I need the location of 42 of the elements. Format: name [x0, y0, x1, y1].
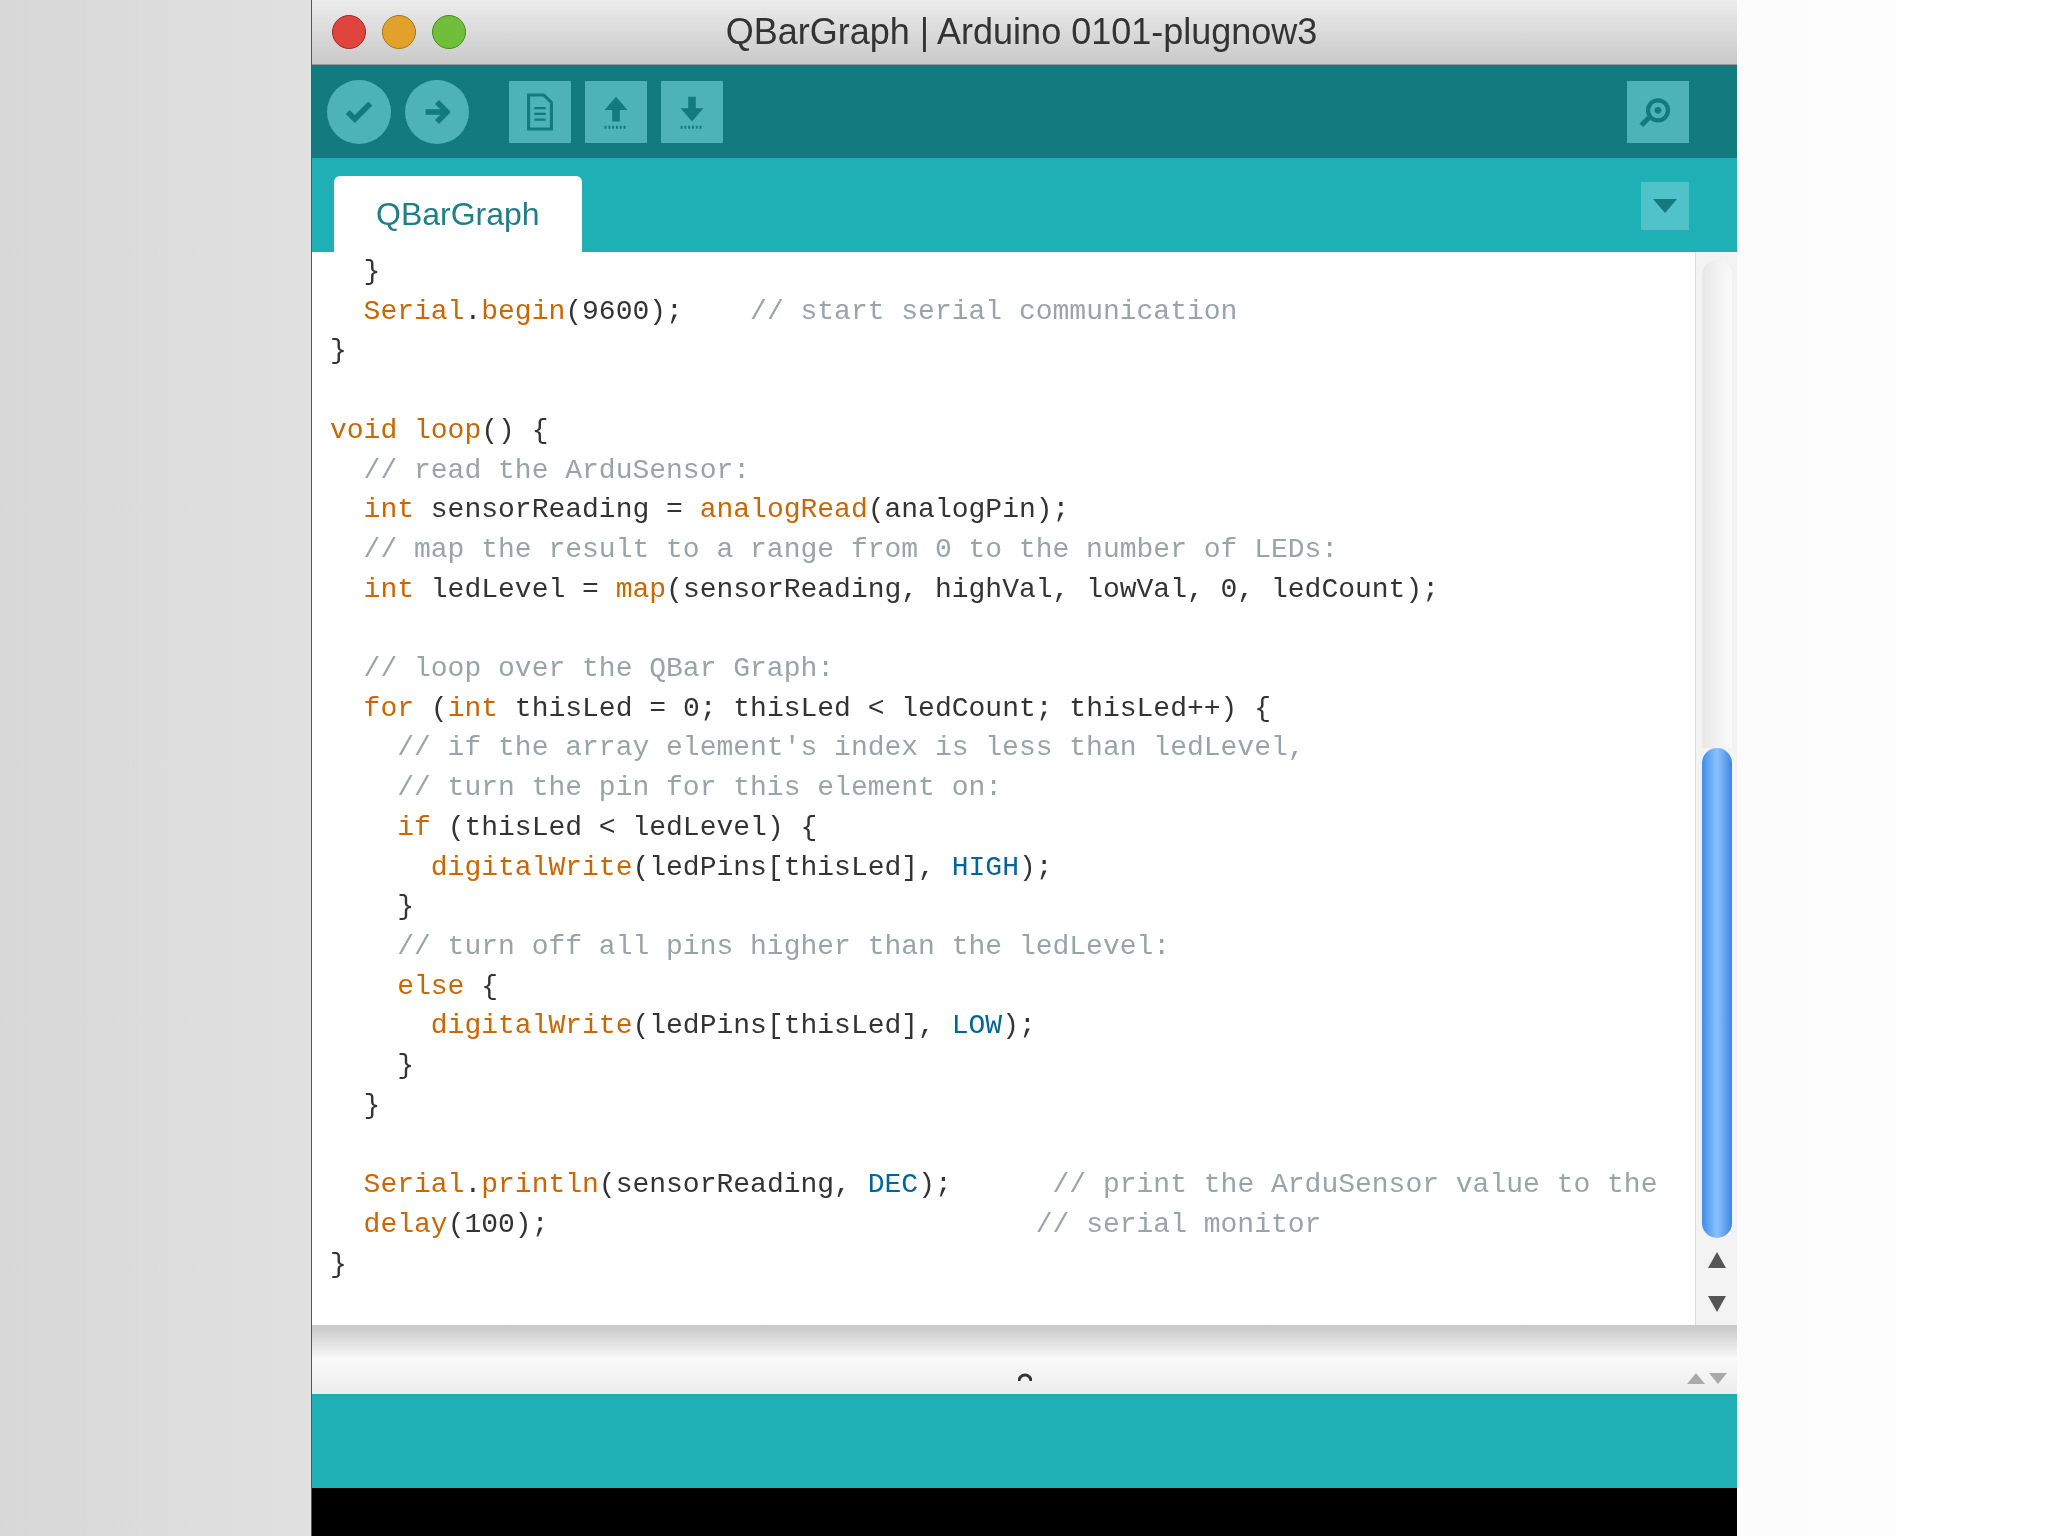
code-line: digitalWrite(ledPins[thisLed], HIGH); — [429, 850, 1053, 885]
code-line: int sensorReading = analogRead(analogPin); — [362, 493, 1070, 528]
code-line: Serial.begin(9600); // start serial communication — [362, 294, 1238, 329]
new-button[interactable] — [509, 80, 571, 143]
code-line: Serial.println(sensorReading, DEC); // print the ArduSensor value to the — [362, 1168, 1658, 1203]
code-line: } — [396, 1049, 414, 1084]
code-line: digitalWrite(ledPins[thisLed], LOW); — [429, 1009, 1036, 1044]
code-line: if (thisLed < ledLevel) { — [396, 810, 818, 845]
handle-icon — [1017, 1372, 1032, 1382]
vertical-scrollbar[interactable] — [1695, 252, 1737, 1325]
code-line: } — [362, 255, 381, 289]
triangle-down-icon — [1653, 199, 1677, 213]
code-line: } — [362, 1088, 381, 1123]
code-line: // loop over the QBar Graph: — [362, 652, 835, 686]
save-button[interactable] — [661, 80, 723, 143]
splitter-bar[interactable] — [312, 1325, 1737, 1394]
code-line: } — [330, 1247, 347, 1282]
scrollbar-thumb[interactable] — [1701, 748, 1732, 1238]
code-line: void loop() { — [330, 413, 549, 448]
editor-tab[interactable]: QBarGraph — [334, 176, 582, 252]
code-line: // map the result to a range from 0 to the number of LEDs: — [362, 532, 1339, 567]
code-line: int ledLevel = map(sensorReading, highVal, lowVal, 0, ledCount); — [362, 572, 1439, 607]
code-line: // turn the pin for this element on: — [396, 771, 1003, 806]
code-line: } — [396, 890, 414, 925]
document-icon — [524, 92, 556, 131]
window-title: QBarGraph | Arduino 0101-plugnow3 — [725, 10, 1318, 54]
code-line: for (int thisLed = 0; thisLed < ledCount; thisLed++) { — [362, 691, 1271, 726]
scroll-down-arrow-icon[interactable] — [1707, 1296, 1726, 1312]
serial-monitor-button[interactable] — [1627, 80, 1689, 143]
open-button[interactable] — [585, 80, 647, 143]
arrows-icon — [1687, 1372, 1727, 1384]
close-button[interactable] — [332, 15, 366, 49]
code-line: // turn off all pins higher than the ledLevel: — [396, 929, 1171, 964]
code-line: } — [330, 334, 347, 369]
code-line: // read the ArduSensor: — [362, 453, 751, 488]
minimize-button[interactable] — [382, 15, 416, 49]
code-line: // if the array element's index is less than ledLevel, — [396, 731, 1305, 766]
code-line: else { — [396, 969, 499, 1004]
tab-menu-button[interactable] — [1641, 182, 1689, 230]
code-line: delay(100); // serial monitor — [362, 1207, 1322, 1242]
scroll-up-arrow-icon[interactable] — [1707, 1252, 1726, 1268]
zoom-button[interactable] — [432, 15, 466, 49]
